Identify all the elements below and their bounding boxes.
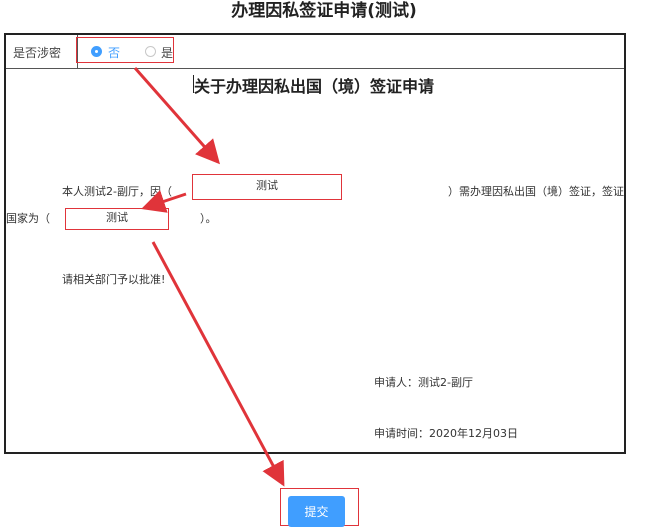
arrow-to-country-icon: [141, 189, 187, 213]
arrow-to-submit-icon: [151, 241, 285, 487]
arrow-to-reason-icon: [133, 67, 220, 165]
annotation-arrows: [133, 67, 285, 487]
